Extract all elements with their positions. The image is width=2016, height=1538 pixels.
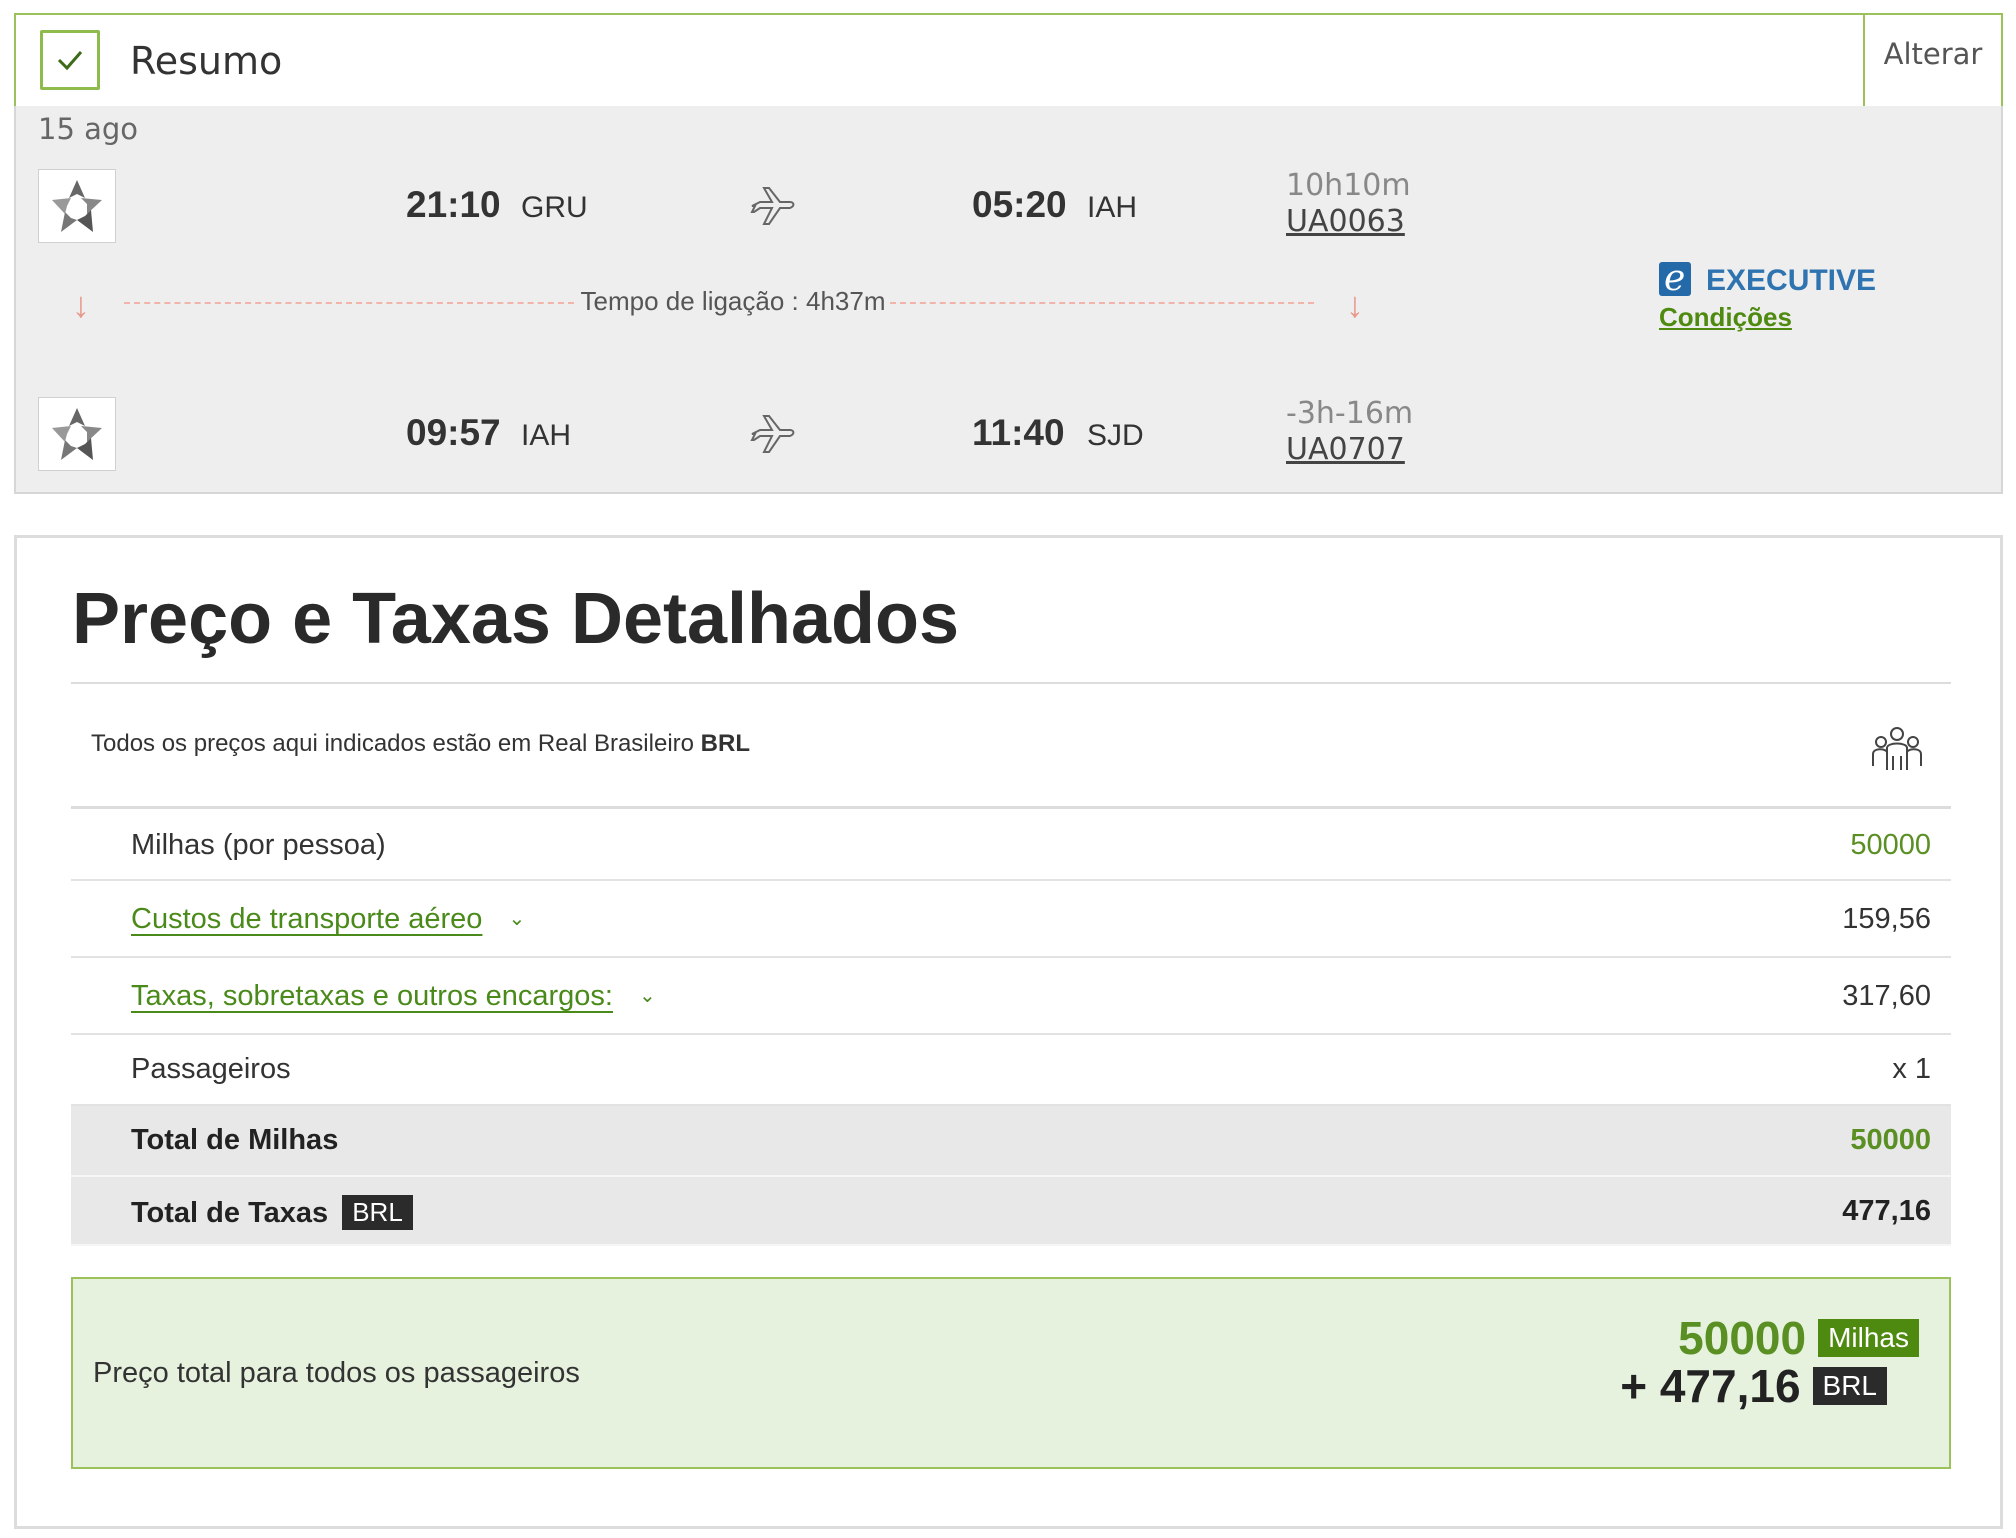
currency-note: Todos os preços aqui indicados estão em … (91, 730, 750, 757)
conditions-link[interactable]: Condições (1659, 302, 1792, 333)
price-row-miles: Milhas (por pessoa) 50000 (71, 809, 1951, 881)
check-icon (40, 30, 100, 90)
connection-divider (124, 302, 574, 304)
grand-total-brl: + 477,16 BRL (1620, 1359, 1887, 1413)
price-row-passengers: Passageiros x 1 (71, 1035, 1951, 1106)
departure-airport: IAH (521, 419, 572, 452)
plane-icon (750, 414, 796, 459)
departure-time: 09:57 (406, 412, 501, 453)
grand-total-miles: 50000 Milhas (1678, 1311, 1919, 1365)
summary-header: Resumo Alterar (14, 13, 2003, 108)
currency-badge: BRL (1812, 1367, 1887, 1405)
price-panel: Preço e Taxas Detalhados Todos os preços… (14, 535, 2003, 1529)
total-miles-row: Total de Milhas 50000 (71, 1106, 1951, 1177)
total-brl-value: + 477,16 (1620, 1360, 1801, 1412)
flight-segment: 09:57 IAH 11:40 SJD -3h-16m UA0707 (16, 394, 2001, 474)
passengers-group-icon (1871, 726, 1923, 777)
change-button[interactable]: Alterar (1863, 15, 2001, 106)
divider (71, 682, 1951, 684)
summary-title: Resumo (130, 39, 283, 83)
total-taxes-row: Total de Taxas BRL 477,16 (71, 1177, 1951, 1246)
executive-icon: e (1659, 258, 1691, 299)
departure-time: 21:10 (406, 184, 501, 225)
currency-code: BRL (700, 730, 750, 757)
row-value: 477,16 (1842, 1195, 1931, 1227)
miles-badge: Milhas (1818, 1319, 1919, 1357)
cabin-label: EXECUTIVE (1706, 264, 1877, 297)
air-transport-costs-toggle[interactable]: Custos de transporte aéreo ⌄ (131, 903, 525, 936)
flight-number-link[interactable]: UA0707 (1286, 432, 1405, 467)
page-title: Preço e Taxas Detalhados (72, 579, 960, 659)
itinerary-panel: 15 ago 21:10 GRU 05:20 IAH 10h10m UA0063… (14, 106, 2003, 494)
connection-time: Tempo de ligação : 4h37m (580, 286, 886, 316)
flight-duration: -3h-16m (1286, 396, 1414, 431)
currency-badge: BRL (342, 1195, 413, 1230)
row-value: x 1 (1892, 1053, 1931, 1085)
arrival-time: 11:40 (972, 412, 1065, 453)
row-value: 317,60 (1842, 980, 1931, 1012)
flight-number-link[interactable]: UA0063 (1286, 204, 1405, 239)
price-row-air-transport: Custos de transporte aéreo ⌄ 159,56 (71, 881, 1951, 958)
connection-divider (890, 302, 1314, 304)
row-value: 159,56 (1842, 903, 1931, 935)
chevron-down-icon[interactable]: ⌄ (508, 906, 525, 931)
row-value: 50000 (1850, 1124, 1931, 1156)
airline-logo-icon (38, 169, 116, 243)
flight-duration: 10h10m (1286, 168, 1411, 203)
flight-date: 15 ago (38, 112, 139, 146)
row-label: Milhas (por pessoa) (131, 829, 386, 861)
row-label: Total de Milhas (131, 1124, 339, 1156)
total-miles-value: 50000 (1678, 1312, 1807, 1364)
price-row-taxes: Taxas, sobretaxas e outros encargos: ⌄ 31… (71, 958, 1951, 1035)
arrival-airport: IAH (1087, 191, 1138, 224)
row-label: Passageiros (131, 1053, 291, 1085)
grand-total-box: Preço total para todos os passageiros 50… (71, 1277, 1951, 1469)
airline-logo-icon (38, 397, 116, 471)
taxes-toggle[interactable]: Taxas, sobretaxas e outros encargos: ⌄ (131, 980, 656, 1013)
departure-airport: GRU (521, 191, 588, 224)
arrow-down-icon: ↓ (72, 284, 90, 325)
arrival-airport: SJD (1087, 419, 1144, 452)
grand-total-label: Preço total para todos os passageiros (93, 1357, 580, 1389)
row-value: 50000 (1850, 829, 1931, 861)
flight-segment: 21:10 GRU 05:20 IAH 10h10m UA0063 (16, 166, 2001, 246)
row-label: Total de Taxas BRL (131, 1195, 413, 1230)
chevron-down-icon[interactable]: ⌄ (639, 983, 656, 1008)
arrow-down-icon: ↓ (1346, 284, 1364, 325)
arrival-time: 05:20 (972, 184, 1067, 225)
plane-icon (750, 186, 796, 231)
